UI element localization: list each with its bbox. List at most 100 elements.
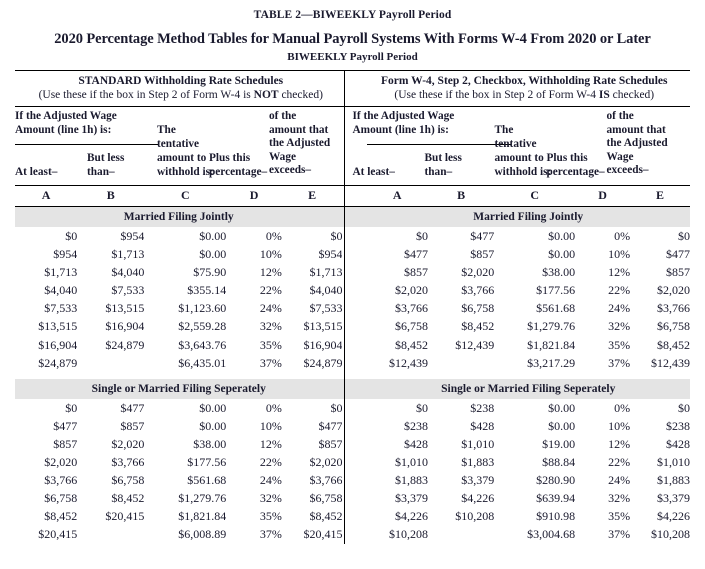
schedule-heading-row: STANDARD Withholding Rate Schedules (Use…	[15, 71, 690, 106]
header-adjwage-line2-right: Amount (line 1h) is:	[352, 123, 449, 136]
table-cell: $857	[120, 418, 145, 433]
table-cell: $0.00	[199, 229, 227, 243]
table-cell: $0.00	[199, 418, 227, 433]
table-cell: $1,821.84	[527, 337, 576, 352]
table-cell: $2,020	[44, 455, 78, 470]
table-cell: $1,123.60	[178, 301, 227, 316]
header-tentative-right: tentative	[494, 138, 537, 150]
table-cell: $0	[330, 400, 343, 415]
table-cell: $4,040	[309, 283, 343, 298]
table-cell: $13,515	[303, 319, 343, 334]
table-cell: $8,452	[656, 337, 690, 352]
table-cell: $7,533	[309, 301, 343, 316]
rate-schedule-table: STANDARD Withholding Rate Schedules (Use…	[15, 70, 690, 544]
table-cell: $2,559.28	[178, 319, 227, 334]
table-cell: $4,040	[111, 265, 145, 280]
table-row: $6,758 $8,452 $1,279.76 32% $6,758 $3,379 $4,2…	[15, 489, 690, 507]
table-cell: $0.00	[199, 247, 227, 262]
table-cell: 22%	[259, 283, 282, 298]
table-cell: $3,379	[656, 491, 690, 506]
table-row: $8,452 $20,415 $1,821.84 35% $8,452 $4,226 $10…	[15, 507, 690, 525]
table-cell: $10,208	[650, 527, 690, 542]
table-cell: $6,758	[394, 319, 428, 334]
header-adjwage-line2: Amount (line 1h) is:	[15, 123, 112, 136]
table-cell: 32%	[259, 319, 282, 334]
table-cell: $177.56	[536, 283, 576, 298]
column-letter-b-right: B	[457, 188, 466, 202]
header-than-left: than–	[87, 166, 115, 178]
standard-note-emphasis: NOT	[253, 89, 279, 101]
table-row: $3,766 $6,758 $561.68 24% $3,766 $1,883 $3,379…	[15, 471, 690, 489]
rule-under-adjusted-wage-left	[15, 144, 159, 145]
table-cell: $857	[470, 247, 495, 262]
table-cell: $38.00	[193, 436, 227, 451]
table-cell: $16,904	[303, 337, 343, 352]
table-cell	[77, 354, 144, 372]
table-cell: $3,766	[44, 473, 78, 488]
table-cell: $0	[677, 229, 690, 243]
section-band-label-right: Married Filing Jointly	[473, 211, 584, 223]
column-headers-standard: If the Adjusted Wage Amount (line 1h) is…	[15, 107, 353, 185]
table-cell: $238	[403, 418, 428, 433]
standard-note-prefix: (Use these if the box in Step 2 of Form …	[38, 89, 254, 101]
table-cell: $12,439	[455, 337, 495, 352]
table-row-right: $6,758 $8,452 $1,279.76 32% $6,758	[353, 317, 691, 335]
table-cell: $0	[415, 400, 428, 415]
header-at-least-left: At least–	[15, 166, 58, 178]
column-letters-checkbox: A B C D E	[353, 186, 691, 206]
table-cell: $3,766	[111, 455, 145, 470]
table-cell: $24,879	[303, 355, 343, 370]
table-row: $16,904 $24,879 $3,643.76 35% $16,904 $8,452 $…	[15, 336, 690, 354]
table-cell: $1,010	[394, 455, 428, 470]
table-cell: 12%	[608, 436, 631, 451]
column-letter-d-left: D	[249, 188, 259, 202]
table-cell: $88.84	[542, 455, 576, 470]
table-cell: $428	[470, 418, 495, 433]
table-row-right: $0 $477 $0.00 0% $0	[353, 227, 691, 245]
table-cell: $3,643.76	[178, 337, 227, 352]
table-row-right: $2,020 $3,766 $177.56 22% $2,020	[353, 281, 691, 299]
table-cell: $7,533	[111, 283, 145, 298]
header-exceeds-left: exceeds–	[269, 164, 312, 176]
table-cell: 37%	[608, 355, 631, 370]
table-label: TABLE 2—BIWEEKLY Payroll Period	[253, 9, 452, 21]
table-row-right: $428 $1,010 $19.00 12% $428	[353, 435, 691, 453]
header-amount-to-right: amount to	[494, 152, 544, 164]
table-cell: $2,020	[461, 265, 495, 280]
table-cell: $10,208	[388, 527, 428, 542]
column-letter-d-right: D	[598, 188, 607, 202]
section-band: Married Filing Jointly Married Filing Joi…	[15, 207, 690, 227]
table-cell: $6,758	[111, 473, 145, 488]
table-cell: $8,452	[309, 509, 343, 524]
table-cell: $0	[677, 400, 690, 415]
table-row-left: $13,515 $16,904 $2,559.28 32% $13,515	[15, 317, 353, 335]
table-cell: 32%	[259, 491, 282, 506]
header-amount-that-right: amount that	[606, 123, 666, 136]
table-cell: $0	[415, 229, 428, 243]
table-cell: 12%	[608, 265, 631, 280]
table-row-left: $4,040 $7,533 $355.14 22% $4,040	[15, 281, 353, 299]
table-cell: $4,040	[44, 283, 78, 298]
table-cell: $857	[318, 436, 343, 451]
table-cell: $1,010	[461, 436, 495, 451]
table-cell: $238	[665, 418, 690, 433]
table-row-left: $20,415 $6,008.89 37% $20,415	[15, 525, 353, 543]
table-cell: $0.00	[548, 418, 576, 433]
table-cell: $177.56	[187, 455, 227, 470]
checkbox-note-emphasis: IS	[598, 89, 610, 101]
table-cell: $3,004.68	[527, 527, 576, 542]
table-cell: $20,415	[105, 509, 145, 524]
table-row: $1,713 $4,040 $75.90 12% $1,713 $857 $2,020 $38…	[15, 263, 690, 281]
standard-schedule-title: STANDARD Withholding Rate Schedules	[78, 75, 284, 87]
checkbox-schedule-note: (Use these if the box in Step 2 of Form …	[363, 88, 687, 102]
table-cell: $2,020	[656, 283, 690, 298]
page-title: 2020 Percentage Method Tables for Manual…	[54, 31, 651, 47]
table-cell: $8,452	[44, 509, 78, 524]
table-cell: $477	[470, 229, 495, 243]
table-cell: $6,758	[461, 301, 495, 316]
table-row-right: $857 $2,020 $38.00 12% $857	[353, 263, 691, 281]
table-row: $954 $1,713 $0.00 10% $954 $477 $857 $0.00 10% $4…	[15, 245, 690, 263]
table-cell: $0.00	[548, 247, 576, 262]
table-cell: $428	[403, 436, 428, 451]
table-cell: $3,379	[461, 473, 495, 488]
